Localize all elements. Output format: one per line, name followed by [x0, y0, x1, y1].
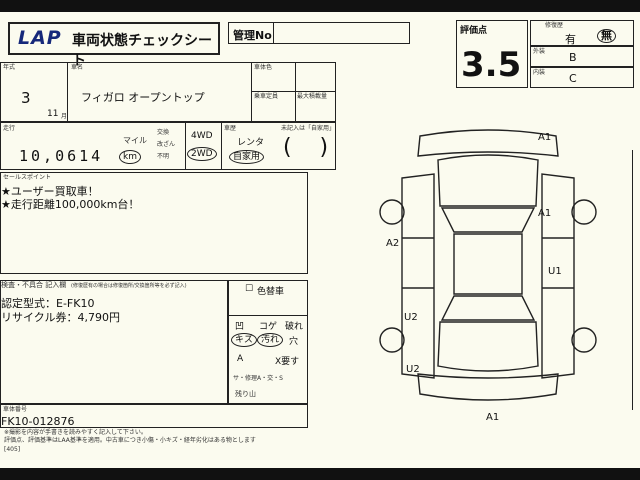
load-label: 最大積載量 [297, 93, 328, 100]
name-label: 車名 [71, 64, 84, 71]
history-box: 修復歴 有 無 [530, 20, 634, 46]
right-edge-border [632, 150, 633, 410]
sales-line-2: ★走行距離100,000km台！ [1, 198, 140, 211]
history-yes: 有 [565, 33, 576, 46]
symbol-tear: 破れ [285, 322, 304, 332]
exterior-label: 外装 [533, 48, 546, 55]
interior-label: 内装 [533, 69, 546, 76]
vehicle-name: フィガロ オープントップ [81, 91, 205, 104]
sales-point-box: セールスポイント ★ユーザー買取車！ ★走行距離100,000km台！ [0, 172, 308, 274]
history-no-circled: 無 [597, 29, 616, 43]
mileage-km-unit-circled: km [119, 150, 141, 164]
car-windshield [440, 207, 536, 233]
bottom-black-bar [0, 468, 640, 480]
mileage-row: 走行 10,0614 マイル km 交換 改ざん 不明 4WD 2WD 車歴 レ… [0, 122, 336, 170]
symbol-scratch-circled: キズ [231, 333, 258, 347]
management-number-label: 管理No [233, 29, 272, 42]
usage-rental: レンタ [237, 138, 265, 148]
chassis-number: FK10-012876 [1, 415, 75, 428]
score-box: 評価点 3.5 [456, 20, 528, 88]
notes-box: 検査・不具合 記入欄 (修復歴有の場合は修復箇所/交換箇所等を必ず記入) 認定型… [0, 280, 228, 404]
footer-code: [405] [4, 446, 21, 453]
mark-left-quarter: U2 [406, 364, 420, 375]
top-black-bar [0, 0, 640, 12]
footer-line-1: ※撮影を内容が手書きを読みやすく記入して下さい。 [4, 429, 147, 436]
sales-point-label: セールスポイント [3, 174, 52, 181]
repaint-label: 色替車 [257, 287, 285, 297]
symbol-hole: 穴 [289, 337, 299, 347]
mileage-option-2: 改ざん [157, 141, 176, 148]
symbol-x: X要す [275, 357, 300, 367]
car-damage-diagram: A1 A1 A2 U1 U2 U2 A1 [379, 129, 597, 423]
wheel-front-left [379, 199, 405, 225]
wheel-front-right [571, 199, 597, 225]
drive-2wd-circled: 2WD [187, 147, 217, 161]
symbol-burn: コゲ [259, 322, 278, 332]
car-hood [437, 154, 539, 207]
score-label: 評価点 [460, 26, 488, 36]
symbol-a: A [237, 354, 244, 364]
unregistered-note: 未記入は「自家用」 [281, 125, 336, 132]
usage-type-label: 車歴 [224, 125, 237, 132]
car-rear-window [440, 295, 536, 321]
symbol-legend-box: ☐ 色替車 凹 コゲ 破れ キズ 汚れ 穴 A X要す サ・修理A・交・S 残り… [228, 280, 308, 404]
notes-label: 検査・不具合 記入欄 [1, 281, 67, 289]
exterior-box: 外装 B [530, 46, 634, 67]
history-label: 修復歴 [545, 22, 564, 29]
symbol-row-4: サ・修理A・交・S [233, 375, 283, 382]
footer-line-2: 評価点、評価基準はLAA基準を適用。中古車につき小傷・小キズ・経年劣化はある物と… [4, 437, 256, 444]
vehicle-info-row: 年式 3 11 月 車名 フィガロ オープントップ 車体色 乗車定員 最大積載量 [0, 62, 336, 122]
notes-sub-label: (修復歴有の場合は修復箇所/交換箇所等を必ず記入) [71, 283, 187, 289]
interior-grade: C [569, 72, 577, 85]
month-value: 11 [47, 109, 59, 119]
mark-right-fender: A1 [538, 208, 551, 219]
logo-title-box: LAP 車両状態チェックシート [8, 22, 220, 69]
interior-box: 内装 C [530, 67, 634, 88]
color-label: 車体色 [254, 64, 273, 71]
notes-line-2: リサイクル券：4,790円 [1, 311, 120, 324]
repaint-checkbox[interactable]: ☐ [245, 284, 253, 294]
wheel-rear-left [379, 327, 405, 353]
symbol-stain-circled: 汚れ [257, 333, 284, 347]
chassis-box: 車体番号 FK10-012876 [0, 404, 308, 428]
mileage-option-3: 不明 [157, 153, 170, 160]
paren-field: ( ) [283, 135, 329, 160]
mileage-label: 走行 [3, 125, 16, 132]
management-number-box: 管理No [228, 22, 410, 44]
year-label: 年式 [3, 64, 16, 71]
wheel-rear-right [571, 327, 597, 353]
car-front-bumper [417, 129, 559, 157]
lap-logo: LAP [18, 27, 62, 49]
mark-right-door: U1 [548, 266, 562, 277]
symbol-row-5: 残り山 [235, 390, 256, 398]
mileage-value: 10,0614 [19, 147, 104, 165]
mileage-option-1: 交換 [157, 129, 170, 136]
mark-left-rear: U2 [404, 312, 418, 323]
car-rear-bumper [417, 373, 559, 401]
car-trunk [437, 321, 539, 372]
mileage-mile-unit: マイル [123, 136, 147, 145]
exterior-grade: B [569, 51, 577, 64]
seat-label: 乗車定員 [254, 93, 279, 100]
usage-private-circled: 自家用 [229, 150, 265, 164]
chassis-label: 車体番号 [3, 406, 28, 413]
year-value: 3 [21, 89, 31, 107]
mark-front-bumper: A1 [538, 132, 551, 143]
symbol-dent: 凹 [235, 322, 245, 332]
mark-left-door: A2 [386, 238, 399, 249]
score-value: 3.5 [461, 45, 522, 85]
car-left-body [401, 173, 435, 379]
car-roof [453, 233, 523, 295]
drive-4wd: 4WD [191, 131, 213, 141]
mark-rear-bumper: A1 [486, 412, 499, 423]
